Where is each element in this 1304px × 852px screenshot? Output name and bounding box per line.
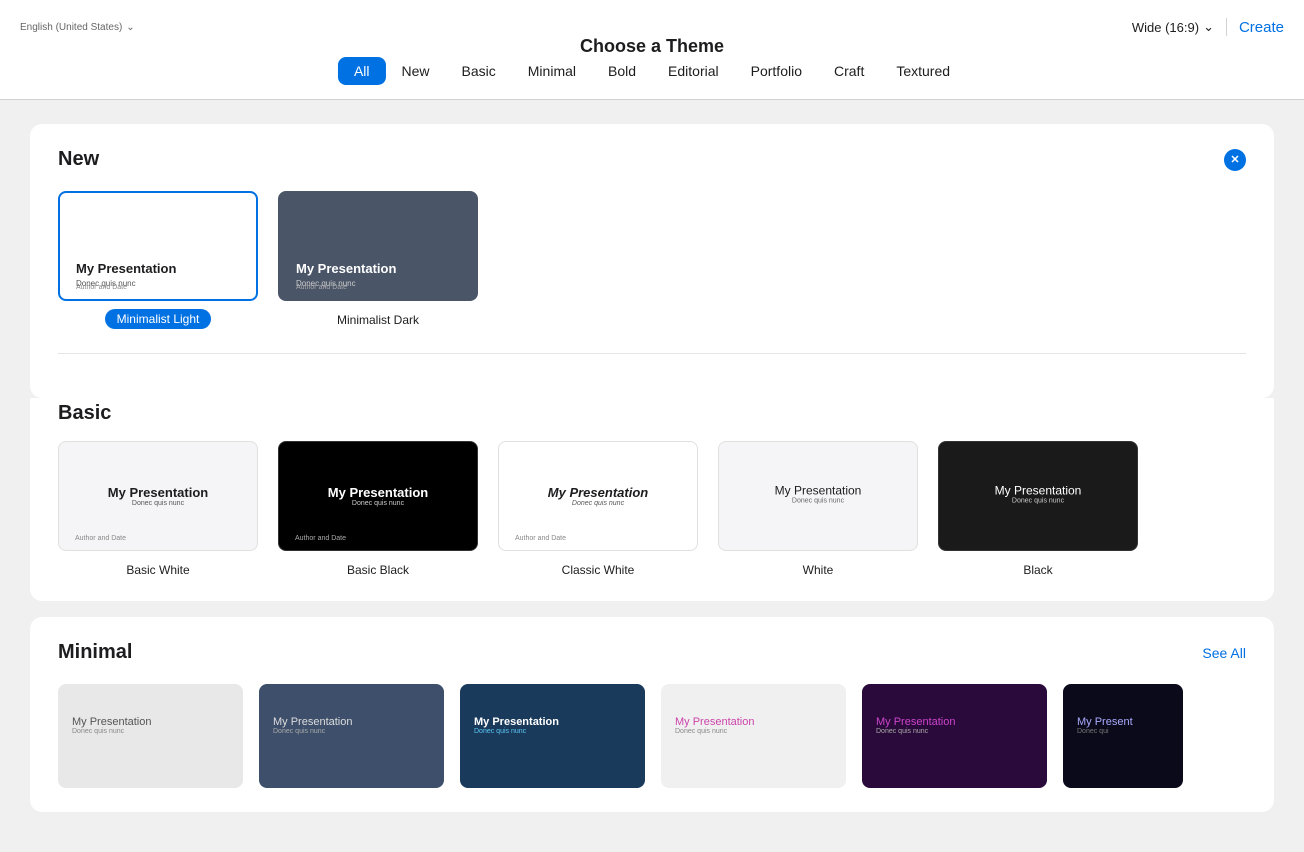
- new-section-title: New: [58, 148, 99, 171]
- slide-title: My Presentation: [949, 483, 1127, 497]
- tab-all[interactable]: All: [338, 57, 386, 85]
- basic-section: Basic My Presentation Donec quis nunc Au…: [30, 398, 1274, 601]
- minimal-theme-grid: My Presentation Donec quis nunc My Prese…: [58, 684, 1246, 788]
- slide-author: Author and Date: [296, 284, 347, 291]
- theme-card-minimal-3[interactable]: My Presentation Donec quis nunc: [460, 684, 645, 788]
- tab-new[interactable]: New: [386, 57, 446, 85]
- slide-title: My Presentation: [72, 716, 229, 728]
- minimalist-light-label-container: Minimalist Light: [105, 309, 212, 329]
- tab-craft[interactable]: Craft: [818, 57, 880, 85]
- slide-title: My Presentation: [474, 716, 631, 728]
- theme-card-black[interactable]: My Presentation Donec quis nunc Black: [938, 441, 1138, 577]
- minimal-section: Minimal See All My Presentation Donec qu…: [30, 617, 1274, 812]
- create-button[interactable]: Create: [1239, 19, 1284, 36]
- slide-title: My Presentation: [509, 485, 687, 500]
- tab-editorial[interactable]: Editorial: [652, 57, 735, 85]
- slide-subtitle: Donec quis nunc: [729, 497, 907, 504]
- theme-card-minimalist-dark[interactable]: My Presentation Donec quis nunc Author a…: [278, 191, 478, 329]
- slide-subtitle: Donec quis nunc: [289, 500, 467, 507]
- minimalist-dark-label: Minimalist Dark: [337, 313, 419, 327]
- slide-title: My Presentation: [76, 261, 240, 277]
- theme-card-minimalist-light[interactable]: My Presentation Donec quis nunc Author a…: [58, 191, 258, 329]
- tab-basic[interactable]: Basic: [446, 57, 512, 85]
- new-section-header: New: [58, 148, 1246, 171]
- theme-card-minimal-2[interactable]: My Presentation Donec quis nunc: [259, 684, 444, 788]
- slide-subtitle: Donec quis nunc: [509, 500, 687, 507]
- basic-section-header: Basic: [58, 398, 1246, 425]
- classic-white-label: Classic White: [562, 563, 635, 577]
- theme-card-minimal-4[interactable]: My Presentation Donec quis nunc: [661, 684, 846, 788]
- slide-subtitle: Donec quis nunc: [876, 728, 1033, 735]
- filter-tabs: All New Basic Minimal Bold Editorial Por…: [338, 57, 966, 85]
- black-label-container: Black: [1023, 559, 1052, 577]
- slide-subtitle: Donec qui: [1077, 728, 1169, 735]
- theme-card-classic-white[interactable]: My Presentation Donec quis nunc Author a…: [498, 441, 698, 577]
- slide-subtitle: Donec quis nunc: [474, 728, 631, 735]
- basic-theme-grid: My Presentation Donec quis nunc Author a…: [58, 441, 1246, 577]
- minimalist-dark-label-container: Minimalist Dark: [337, 309, 419, 327]
- slide-author: Author and Date: [515, 535, 566, 542]
- theme-card-basic-white[interactable]: My Presentation Donec quis nunc Author a…: [58, 441, 258, 577]
- new-section-divider: [58, 353, 1246, 354]
- basic-black-label-container: Basic Black: [347, 559, 409, 577]
- tab-bold[interactable]: Bold: [592, 57, 652, 85]
- minimal-section-title: Minimal: [58, 641, 132, 664]
- minimal-see-all-button[interactable]: See All: [1202, 645, 1246, 661]
- slide-subtitle: Donec quis nunc: [273, 728, 430, 735]
- minimalist-light-badge: Minimalist Light: [105, 309, 212, 329]
- slide-subtitle: Donec quis nunc: [675, 728, 832, 735]
- slide-title: My Presentation: [296, 261, 460, 277]
- chevron-down-icon: ⌄: [126, 22, 134, 33]
- main-content: New My Presentation Donec quis nunc Auth…: [0, 100, 1304, 852]
- new-section-close-button[interactable]: [1224, 149, 1246, 171]
- header-top-bar: English (United States) ⌄ Choose a Theme…: [0, 18, 1304, 36]
- slide-title: My Presentation: [675, 716, 832, 728]
- slide-title: My Presentation: [69, 485, 247, 500]
- classic-white-label-container: Classic White: [562, 559, 635, 577]
- theme-card-basic-black[interactable]: My Presentation Donec quis nunc Author a…: [278, 441, 478, 577]
- black-label: Black: [1023, 563, 1052, 577]
- slide-title: My Presentation: [273, 716, 430, 728]
- tab-textured[interactable]: Textured: [880, 57, 966, 85]
- white-label-container: White: [803, 559, 834, 577]
- header-right-controls: Wide (16:9) ⌄ Create: [1132, 18, 1284, 36]
- slide-subtitle: Donec quis nunc: [949, 497, 1127, 504]
- aspect-ratio-selector[interactable]: Wide (16:9) ⌄: [1132, 19, 1214, 35]
- aspect-ratio-label: Wide (16:9): [1132, 20, 1199, 35]
- language-selector[interactable]: English (United States) ⌄: [20, 22, 135, 33]
- basic-white-label-container: Basic White: [126, 559, 189, 577]
- basic-white-label: Basic White: [126, 563, 189, 577]
- page-title: Choose a Theme: [580, 36, 724, 57]
- basic-black-label: Basic Black: [347, 563, 409, 577]
- slide-title: My Presentation: [876, 716, 1033, 728]
- theme-card-minimal-6[interactable]: My Present Donec qui: [1063, 684, 1183, 788]
- chevron-down-icon: ⌄: [1203, 19, 1214, 35]
- basic-section-title: Basic: [58, 402, 111, 425]
- white-label: White: [803, 563, 834, 577]
- minimal-section-header: Minimal See All: [58, 641, 1246, 664]
- slide-title: My Presentation: [729, 483, 907, 497]
- tab-minimal[interactable]: Minimal: [512, 57, 592, 85]
- theme-card-minimal-5[interactable]: My Presentation Donec quis nunc: [862, 684, 1047, 788]
- language-label: English (United States): [20, 22, 122, 33]
- slide-author: Author and Date: [295, 535, 346, 542]
- vertical-divider: [1226, 18, 1227, 36]
- theme-card-white[interactable]: My Presentation Donec quis nunc White: [718, 441, 918, 577]
- slide-author: Author and Date: [76, 284, 127, 291]
- header: English (United States) ⌄ Choose a Theme…: [0, 0, 1304, 100]
- slide-title: My Presentation: [289, 485, 467, 500]
- slide-author: Author and Date: [75, 535, 126, 542]
- slide-subtitle: Donec quis nunc: [69, 500, 247, 507]
- new-section: New My Presentation Donec quis nunc Auth…: [30, 124, 1274, 398]
- slide-title: My Present: [1077, 716, 1169, 728]
- slide-subtitle: Donec quis nunc: [72, 728, 229, 735]
- new-theme-grid: My Presentation Donec quis nunc Author a…: [58, 191, 1246, 329]
- theme-card-minimal-1[interactable]: My Presentation Donec quis nunc: [58, 684, 243, 788]
- tab-portfolio[interactable]: Portfolio: [735, 57, 818, 85]
